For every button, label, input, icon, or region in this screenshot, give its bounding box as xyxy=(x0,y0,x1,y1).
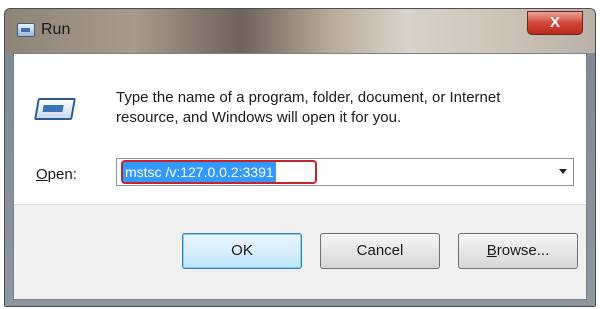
button-bar: OK Cancel Browse... xyxy=(14,204,586,299)
ok-button[interactable]: OK xyxy=(182,233,302,269)
browse-button[interactable]: Browse... xyxy=(458,233,578,269)
chevron-down-icon[interactable] xyxy=(559,169,567,174)
open-combobox[interactable]: mstsc /v:127.0.0.2:3391 xyxy=(116,158,574,186)
dialog-description: Type the name of a program, folder, docu… xyxy=(116,89,501,126)
highlight-annotation xyxy=(121,160,317,184)
window-title: Run xyxy=(41,21,71,38)
browse-label: rowse... xyxy=(496,242,550,259)
title-bar[interactable]: Run X xyxy=(5,9,595,53)
close-button[interactable]: X xyxy=(527,11,583,35)
open-label-text: pen: xyxy=(47,166,77,183)
run-program-icon xyxy=(34,98,76,120)
open-label: Open: xyxy=(36,166,77,183)
run-dialog-window: Run X Type the name of a program, folder… xyxy=(4,8,596,307)
cancel-button[interactable]: Cancel xyxy=(320,233,440,269)
run-icon xyxy=(17,23,35,37)
open-label-accesskey: O xyxy=(36,166,48,183)
dialog-body: Type the name of a program, folder, docu… xyxy=(13,53,587,300)
browse-accesskey: B xyxy=(486,242,497,259)
